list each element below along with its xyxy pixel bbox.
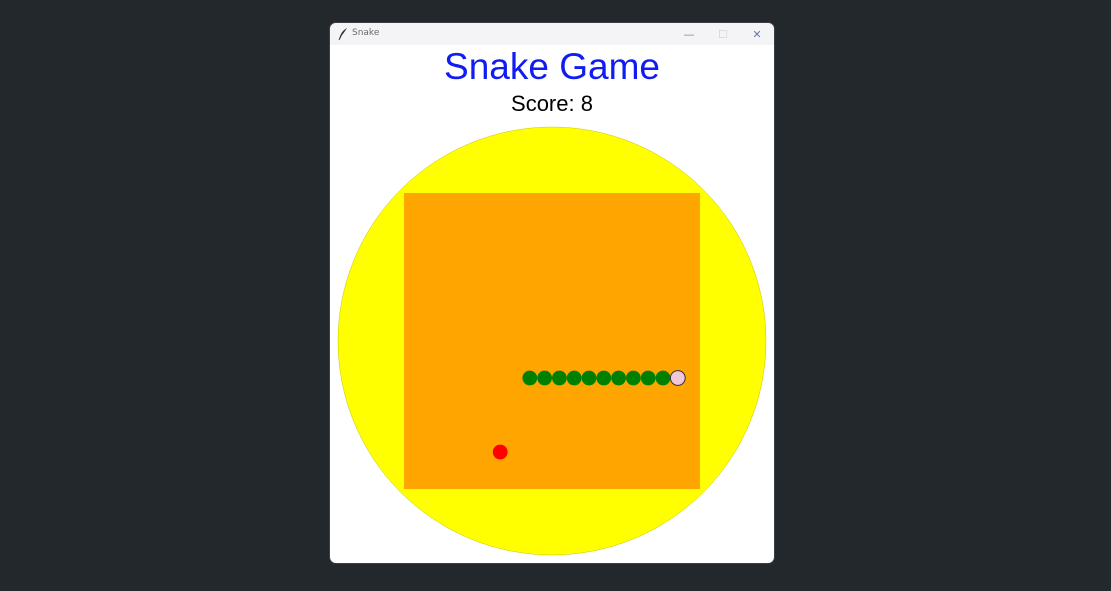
game-window: Snake — ☐ ✕ Snake Game Score: 8 — [330, 23, 774, 563]
snake-head — [669, 370, 686, 386]
game-title: Snake Game — [444, 46, 660, 87]
snake-segment — [596, 370, 612, 386]
snake-segment — [640, 370, 656, 386]
snake-segment — [626, 370, 641, 386]
snake-segment — [522, 370, 538, 386]
window-title: Snake — [352, 28, 380, 38]
snake-segment — [552, 370, 567, 386]
close-button[interactable]: ✕ — [741, 23, 773, 45]
snake-segment — [581, 370, 597, 386]
feather-icon — [338, 28, 347, 41]
snake-segment — [537, 370, 552, 386]
minimize-icon: — — [683, 27, 695, 41]
title-bar[interactable]: Snake — ☐ ✕ — [330, 23, 774, 45]
food-apple — [492, 444, 508, 460]
minimize-button[interactable]: — — [673, 23, 705, 45]
score-label: Score: — [511, 91, 575, 116]
maximize-icon: ☐ — [718, 27, 728, 41]
game-canvas[interactable] — [330, 123, 774, 563]
game-board — [404, 193, 700, 489]
maximize-button[interactable]: ☐ — [707, 23, 739, 45]
score-value: 8 — [580, 91, 593, 116]
snake-segment — [566, 370, 582, 386]
snake-segment — [611, 370, 626, 386]
score-display: Score: 8 — [330, 92, 774, 116]
close-icon: ✕ — [752, 27, 762, 41]
snake-segment — [655, 370, 671, 386]
